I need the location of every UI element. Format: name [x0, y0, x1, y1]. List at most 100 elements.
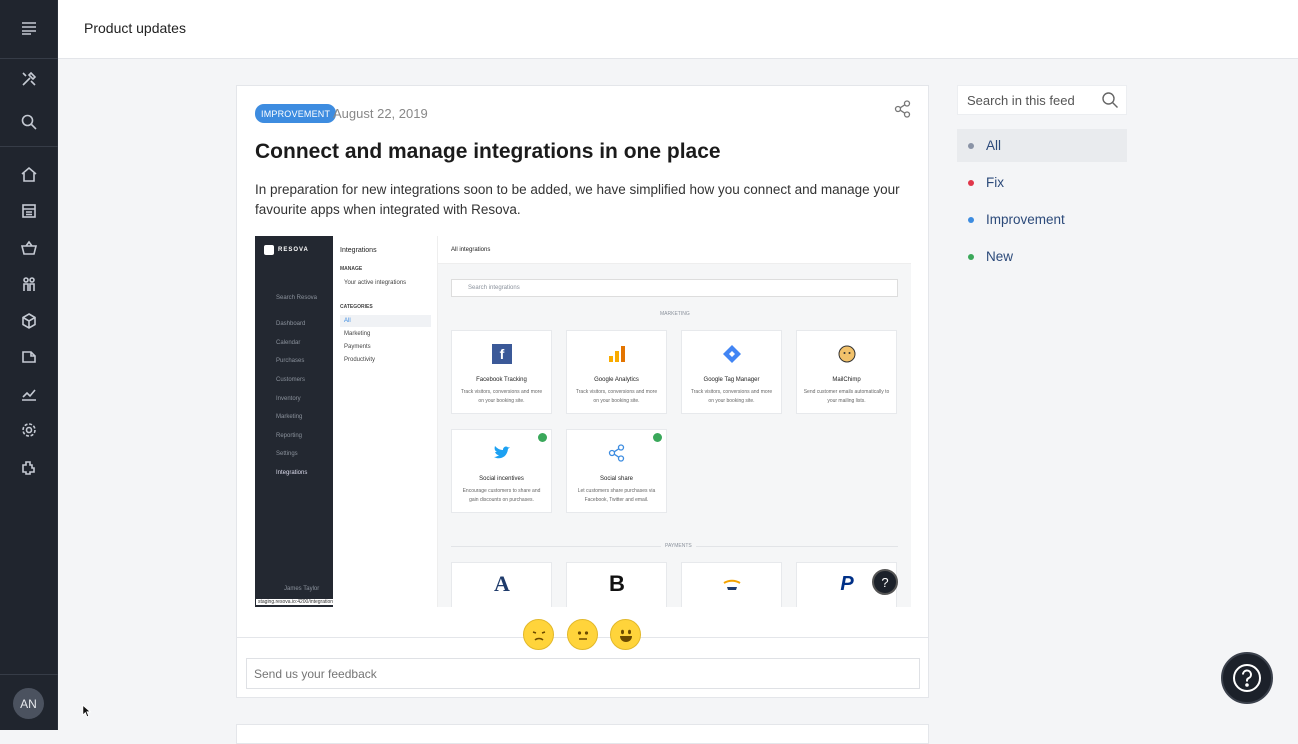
tile-name: Social share [599, 476, 634, 482]
screenshot-side-item: Customers [276, 377, 306, 383]
screenshot-tile: Social share Let customers share purchas… [566, 429, 667, 513]
filter-dot [968, 216, 974, 223]
screenshot-tile: Google Tag Manager Track visitors, conve… [681, 330, 782, 414]
share-icon[interactable] [893, 99, 913, 119]
customers-icon[interactable] [17, 272, 41, 296]
screenshot-search-label: Search Resova [276, 295, 318, 301]
filter-label: New [986, 249, 1014, 264]
screenshot-side-item: Inventory [276, 396, 301, 402]
screenshot-side-item: Dashboard [276, 321, 306, 327]
sad-face-icon[interactable] [523, 619, 554, 650]
next-update-card [236, 724, 929, 744]
filter-label: All [986, 138, 1002, 153]
rail-divider [0, 674, 58, 675]
help-button[interactable] [1221, 652, 1273, 704]
tile-desc: Track visitors, conversions and more on … [460, 389, 543, 404]
paypal-icon: P [840, 573, 854, 595]
screenshot-section-label: MARKETING [660, 311, 690, 317]
filter-new[interactable]: New [957, 240, 1127, 273]
reporting-icon[interactable] [17, 382, 41, 406]
screenshot-main-title: All integrations [451, 247, 491, 253]
rail-divider [0, 58, 58, 59]
tile-name: Google Tag Manager [703, 377, 760, 383]
category-badge[interactable]: IMPROVEMENT [255, 104, 337, 123]
neutral-face-icon[interactable] [567, 619, 598, 650]
tools-icon[interactable] [17, 67, 41, 91]
google-tag-manager-icon [722, 344, 742, 364]
feedback-input[interactable] [246, 658, 920, 689]
menu-icon[interactable] [17, 16, 41, 40]
screenshot-tile: B [566, 562, 667, 607]
cart-icon [722, 575, 742, 595]
feed-search[interactable] [957, 85, 1127, 115]
top-bar: Product updates [58, 0, 1298, 59]
google-analytics-icon [607, 344, 627, 364]
avatar[interactable]: AN [13, 688, 44, 719]
screenshot-tile [681, 562, 782, 607]
filter-improvement[interactable]: Improvement [957, 203, 1127, 236]
tile-desc: Let customers share purchases via Facebo… [577, 488, 656, 503]
share-icon [607, 443, 627, 463]
screenshot-header [438, 236, 911, 264]
filter-fix[interactable]: Fix [957, 166, 1127, 199]
screenshot-main: All integrations Search integrations MAR… [438, 236, 911, 607]
screenshot-side-item: Settings [276, 451, 298, 457]
basket-icon[interactable] [17, 236, 41, 260]
marketing-icon[interactable] [17, 345, 41, 369]
tile-desc: Send customer emails automatically to yo… [803, 389, 890, 404]
calendar-icon[interactable] [17, 199, 41, 223]
tile-desc: Track visitors, conversions and more on … [690, 389, 773, 404]
screenshot-section-label: PAYMENTS [661, 543, 696, 549]
screenshot-tile: MailChimp Send customer emails automatic… [796, 330, 897, 414]
filter-dot [968, 253, 974, 260]
screenshot-nav-item: All [344, 318, 351, 324]
post-screenshot: RESOVA Search Resova Dashboard Calendar … [255, 236, 911, 607]
rail-divider [0, 146, 58, 147]
filter-all[interactable]: All [957, 129, 1127, 162]
screenshot-tile: f Facebook Tracking Track visitors, conv… [451, 330, 552, 414]
screenshot-sidebar: RESOVA Search Resova Dashboard Calendar … [255, 236, 358, 607]
search-icon[interactable] [17, 110, 41, 134]
screenshot-nav-heading: MANAGE [340, 266, 363, 272]
resova-logo-icon [264, 245, 274, 255]
left-rail: AN [0, 0, 58, 730]
settings-icon[interactable] [17, 418, 41, 442]
integrations-icon[interactable] [17, 455, 41, 479]
screenshot-tile: Social incentives Encourage customers to… [451, 429, 552, 513]
search-icon[interactable] [1101, 91, 1119, 109]
payment-logo: A [494, 571, 510, 596]
post-title[interactable]: Connect and manage integrations in one p… [255, 140, 721, 164]
screenshot-user-name: James Taylor [284, 586, 320, 592]
screenshot-search-placeholder: Search integrations [468, 285, 520, 291]
screenshot-nav-heading: CATEGORIES [340, 304, 373, 310]
post-description: In preparation for new integrations soon… [255, 182, 900, 217]
page-title: Product updates [84, 20, 186, 36]
home-icon[interactable] [17, 162, 41, 186]
tile-desc: Track visitors, conversions and more on … [575, 389, 658, 404]
filter-label: Improvement [986, 212, 1065, 227]
screenshot-side-item: Purchases [276, 358, 305, 364]
screenshot-nav: Integrations MANAGE Your active integrat… [333, 236, 438, 607]
inventory-icon[interactable] [17, 309, 41, 333]
screenshot-side-item: Reporting [276, 433, 303, 439]
screenshot-nav-item: Payments [344, 344, 371, 350]
check-icon [538, 433, 547, 442]
screenshot-nav-active-row [340, 315, 431, 327]
feed-search-input[interactable] [967, 93, 1097, 108]
screenshot-nav-item: Your active integrations [344, 280, 407, 286]
twitter-icon [492, 443, 512, 463]
screenshot-side-item: Calendar [276, 340, 301, 346]
screenshot-nav-item: Productivity [344, 357, 376, 363]
screenshot-tile: A [451, 562, 552, 607]
screenshot-side-item: Integrations [276, 470, 308, 476]
post-date: August 22, 2019 [333, 106, 428, 121]
help-icon: ? [872, 569, 898, 595]
facebook-icon: f [492, 344, 512, 364]
update-card: IMPROVEMENT August 22, 2019 Connect and … [236, 85, 929, 698]
happy-face-icon[interactable] [610, 619, 641, 650]
mouse-cursor-icon [82, 704, 92, 723]
filter-dot [968, 142, 974, 149]
screenshot-nav-item: Marketing [344, 331, 371, 337]
tile-name: Google Analytics [594, 377, 639, 383]
check-icon [653, 433, 662, 442]
